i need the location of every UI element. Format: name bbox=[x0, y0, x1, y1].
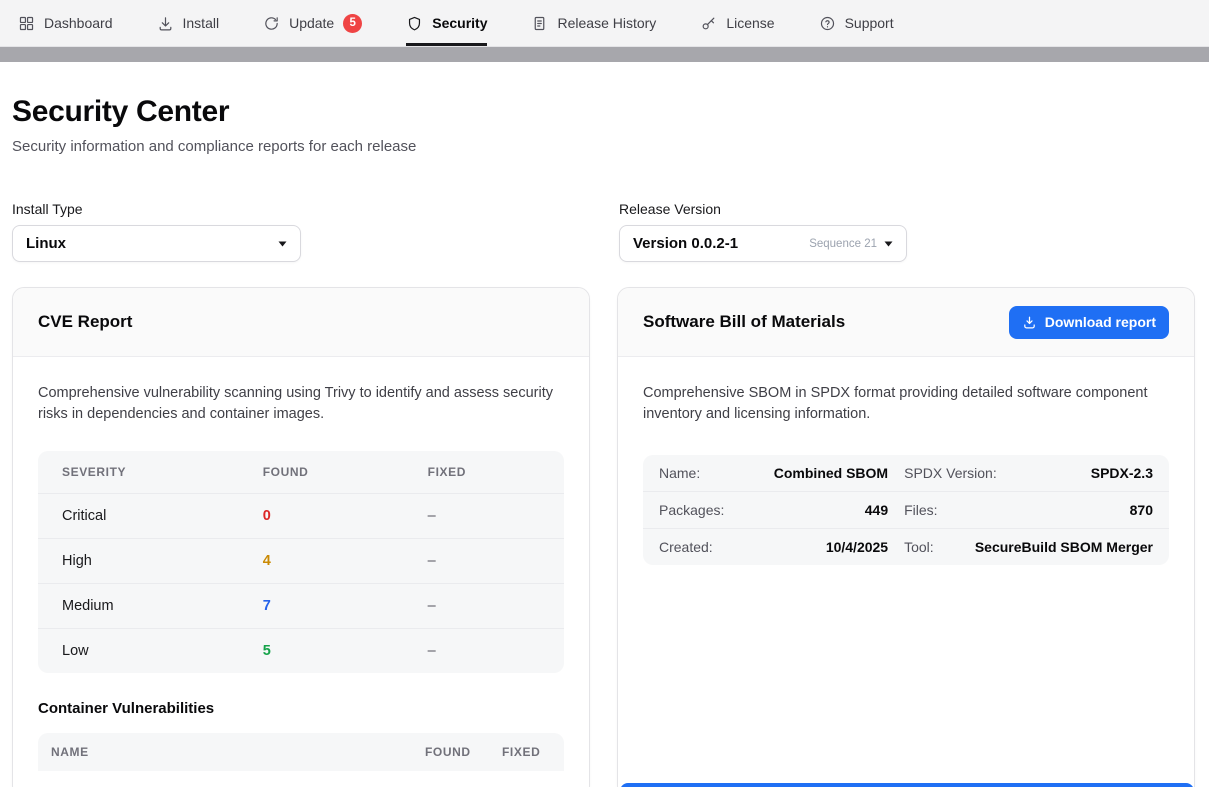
table-row: Created: 10/4/2025 Tool: SecureBuild SBO… bbox=[643, 528, 1169, 565]
sbom-info-table: Name: Combined SBOM SPDX Version: SPDX-2… bbox=[643, 455, 1169, 565]
filters-row: Install Type Linux Release Version Versi… bbox=[12, 201, 1195, 262]
download-icon bbox=[157, 15, 174, 32]
release-version-label: Release Version bbox=[619, 201, 1195, 217]
table-row-high: High 4 – bbox=[38, 538, 564, 583]
download-report-button[interactable]: Download report bbox=[1009, 306, 1169, 339]
info-label: Packages: bbox=[659, 502, 724, 518]
table-row-medium: Medium 7 – bbox=[38, 583, 564, 628]
sbom-title: Software Bill of Materials bbox=[643, 312, 845, 332]
chevron-down-icon bbox=[278, 241, 287, 247]
severity-label: Medium bbox=[62, 598, 263, 614]
download-icon bbox=[1022, 315, 1037, 330]
document-icon bbox=[531, 15, 548, 32]
severity-label: Low bbox=[62, 643, 263, 659]
container-table-header: NAME FOUND FIXED bbox=[38, 733, 564, 771]
top-nav: Dashboard Install Update 5 Security Rele… bbox=[0, 0, 1209, 47]
cve-report-card: CVE Report Comprehensive vulnerability s… bbox=[12, 287, 590, 787]
table-row-low: Low 5 – bbox=[38, 628, 564, 673]
divider-strip bbox=[0, 47, 1209, 62]
table-row-critical: Critical 0 – bbox=[38, 493, 564, 538]
found-count: 4 bbox=[263, 553, 428, 569]
info-label: Files: bbox=[904, 502, 937, 518]
nav-label: Update bbox=[289, 15, 334, 31]
key-icon bbox=[700, 15, 717, 32]
nav-label: Install bbox=[183, 15, 220, 31]
info-value: SecureBuild SBOM Merger bbox=[975, 539, 1153, 555]
found-count: 5 bbox=[263, 643, 428, 659]
column-header-found: FOUND bbox=[263, 465, 428, 479]
table-row: Name: Combined SBOM SPDX Version: SPDX-2… bbox=[643, 455, 1169, 491]
cutoff-blue-element bbox=[620, 783, 1194, 787]
container-vulnerabilities-table: NAME FOUND FIXED bbox=[38, 733, 564, 771]
info-label: SPDX Version: bbox=[904, 465, 997, 481]
column-header-severity: SEVERITY bbox=[62, 465, 263, 479]
security-center-page: Security Center Security information and… bbox=[0, 95, 1209, 787]
download-report-label: Download report bbox=[1045, 314, 1156, 330]
nav-label: License bbox=[726, 15, 774, 31]
nav-item-support[interactable]: Support bbox=[819, 0, 894, 46]
fixed-count: – bbox=[428, 643, 540, 659]
info-value: SPDX-2.3 bbox=[1091, 465, 1153, 481]
found-count: 7 bbox=[263, 598, 428, 614]
help-circle-icon bbox=[819, 15, 836, 32]
severity-table: SEVERITY FOUND FIXED Critical 0 – High 4… bbox=[38, 451, 564, 673]
page-subtitle: Security information and compliance repo… bbox=[12, 138, 1195, 155]
install-type-label: Install Type bbox=[12, 201, 592, 217]
fixed-count: – bbox=[428, 598, 540, 614]
found-count: 0 bbox=[263, 508, 428, 524]
info-label: Name: bbox=[659, 465, 700, 481]
severity-table-header: SEVERITY FOUND FIXED bbox=[38, 451, 564, 493]
cve-report-description: Comprehensive vulnerability scanning usi… bbox=[38, 383, 564, 425]
info-value: 10/4/2025 bbox=[826, 539, 888, 555]
fixed-count: – bbox=[428, 553, 540, 569]
severity-label: Critical bbox=[62, 508, 263, 524]
severity-label: High bbox=[62, 553, 263, 569]
nav-item-release-history[interactable]: Release History bbox=[531, 0, 656, 46]
fixed-count: – bbox=[428, 508, 540, 524]
container-vulnerabilities-title: Container Vulnerabilities bbox=[38, 700, 564, 717]
column-header-name: NAME bbox=[51, 745, 425, 759]
column-header-fixed: FIXED bbox=[502, 745, 554, 759]
release-version-select[interactable]: Version 0.0.2-1 Sequence 21 bbox=[619, 225, 907, 262]
info-value: 870 bbox=[1130, 502, 1153, 518]
info-value: Combined SBOM bbox=[774, 465, 888, 481]
shield-icon bbox=[406, 15, 423, 32]
chevron-down-icon bbox=[884, 241, 893, 247]
nav-label: Dashboard bbox=[44, 15, 113, 31]
release-version-value: Version 0.0.2-1 bbox=[633, 235, 738, 252]
install-type-select[interactable]: Linux bbox=[12, 225, 301, 262]
grid-icon bbox=[18, 15, 35, 32]
nav-item-security[interactable]: Security bbox=[406, 0, 487, 46]
nav-item-update[interactable]: Update 5 bbox=[263, 0, 362, 46]
info-label: Tool: bbox=[904, 539, 934, 555]
column-header-found: FOUND bbox=[425, 745, 502, 759]
page-title: Security Center bbox=[12, 95, 1195, 129]
update-count-badge: 5 bbox=[343, 14, 362, 33]
table-row: Packages: 449 Files: 870 bbox=[643, 491, 1169, 528]
nav-item-dashboard[interactable]: Dashboard bbox=[18, 0, 113, 46]
nav-label: Support bbox=[845, 15, 894, 31]
nav-label: Security bbox=[432, 15, 487, 31]
refresh-icon bbox=[263, 15, 280, 32]
nav-item-install[interactable]: Install bbox=[157, 0, 220, 46]
info-value: 449 bbox=[865, 502, 888, 518]
info-label: Created: bbox=[659, 539, 713, 555]
install-type-value: Linux bbox=[26, 235, 66, 252]
sbom-description: Comprehensive SBOM in SPDX format provid… bbox=[643, 383, 1169, 425]
nav-item-license[interactable]: License bbox=[700, 0, 774, 46]
sbom-card: Software Bill of Materials Download repo… bbox=[617, 287, 1195, 787]
column-header-fixed: FIXED bbox=[428, 465, 540, 479]
sequence-badge: Sequence 21 bbox=[809, 238, 877, 250]
nav-label: Release History bbox=[557, 15, 656, 31]
cve-report-title: CVE Report bbox=[38, 312, 132, 332]
